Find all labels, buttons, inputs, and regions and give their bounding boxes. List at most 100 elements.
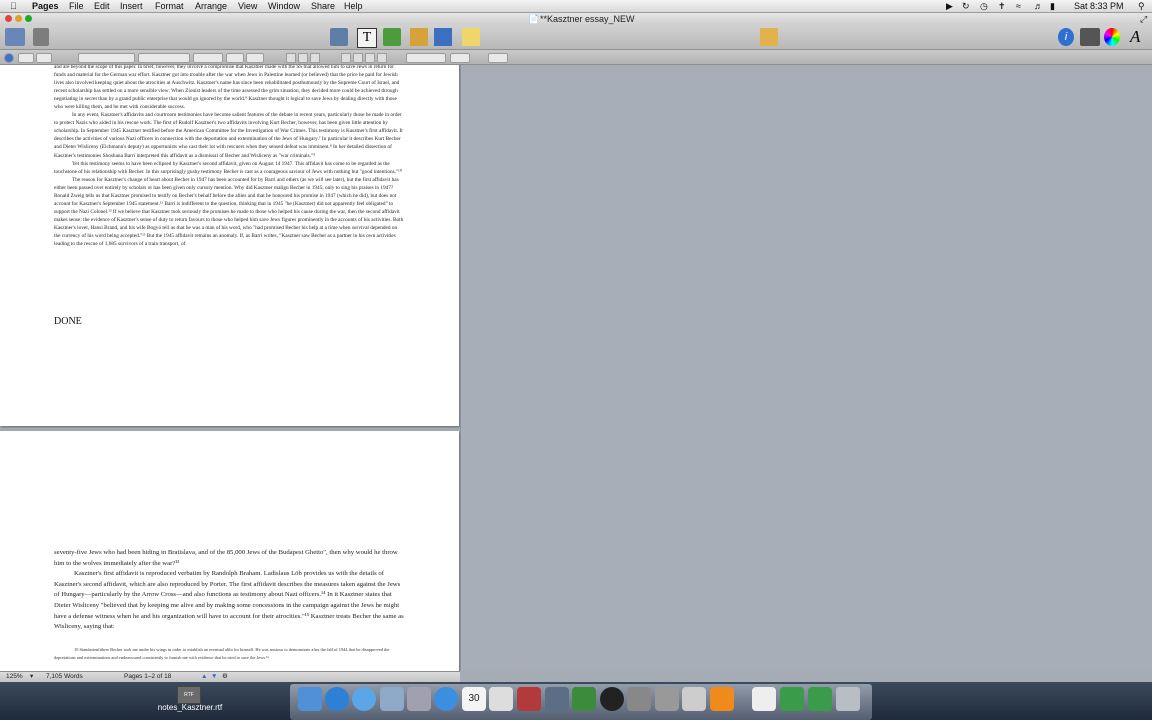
comment-icon[interactable]: [462, 28, 480, 46]
numbers-file-icon[interactable]: [780, 687, 804, 711]
rtf-file-label[interactable]: notes_Kasztner.rtf: [150, 703, 230, 712]
page-1-body[interactable]: and are beyond the scope of this paper. …: [54, 65, 404, 248]
dvd-player-icon[interactable]: [600, 687, 624, 711]
image-capture-icon[interactable]: [682, 687, 706, 711]
fullscreen-icon[interactable]: ⤢: [1140, 13, 1147, 25]
align-right-button[interactable]: [365, 53, 375, 63]
word-count: 7,105 Words: [46, 673, 83, 680]
bold-button[interactable]: [286, 53, 296, 63]
system-preferences-icon[interactable]: [627, 687, 651, 711]
volume-icon[interactable]: ♬: [1034, 0, 1043, 12]
spreadsheet-file-icon[interactable]: [808, 687, 832, 711]
textedit-icon[interactable]: [489, 687, 513, 711]
columns-select[interactable]: [450, 53, 470, 63]
sync-icon[interactable]: ↻: [962, 0, 970, 12]
page-gear-icon[interactable]: ⚙: [222, 672, 228, 682]
inspector-icon[interactable]: i: [1058, 28, 1074, 46]
zoom-select[interactable]: 125%: [6, 672, 23, 682]
menu-insert[interactable]: Insert: [120, 0, 143, 12]
colors-icon[interactable]: [1104, 28, 1120, 46]
paragraph[interactable]: In any event, Kasztner's affidavits and …: [54, 111, 404, 159]
list-style-select[interactable]: [488, 53, 508, 63]
app-store-icon[interactable]: [325, 687, 349, 711]
paragraph[interactable]: The reason for Kasztner's change of hear…: [54, 176, 404, 248]
battery-icon[interactable]: ▮: [1050, 0, 1055, 12]
calendar-icon[interactable]: 30: [462, 687, 486, 711]
zoom-window-button[interactable]: [25, 15, 32, 22]
bluetooth-icon[interactable]: ✝: [998, 0, 1006, 12]
align-center-button[interactable]: [353, 53, 363, 63]
minimize-window-button[interactable]: [15, 15, 22, 22]
page-2-body[interactable]: seventy-five Jews who had been hiding in…: [54, 548, 404, 633]
zoom-chevron-icon[interactable]: ▾: [30, 672, 33, 682]
trash-icon[interactable]: [836, 687, 860, 711]
menu-format[interactable]: Format: [155, 0, 184, 12]
back-button[interactable]: [18, 53, 34, 63]
sections-icon[interactable]: [33, 28, 49, 46]
itunes-icon[interactable]: [352, 687, 376, 711]
paragraph[interactable]: and are beyond the scope of this paper. …: [54, 65, 404, 111]
forward-button[interactable]: [36, 53, 52, 63]
chart-icon[interactable]: [434, 28, 452, 46]
pen-app-icon[interactable]: [545, 687, 569, 711]
line-spacing-select[interactable]: [406, 53, 446, 63]
apple-menu-icon[interactable]: : [10, 0, 17, 12]
menu-clock[interactable]: Sat 8:33 PM: [1074, 0, 1124, 12]
page-2[interactable]: seventy-five Jews who had been hiding in…: [0, 431, 459, 671]
document-file-icon[interactable]: [752, 687, 776, 711]
previous-page-icon[interactable]: ▲: [201, 672, 207, 682]
menu-edit[interactable]: Edit: [94, 0, 110, 12]
underline-button[interactable]: [310, 53, 320, 63]
mail-icon[interactable]: [407, 687, 431, 711]
dictionary-icon[interactable]: [517, 687, 541, 711]
menu-file[interactable]: File: [69, 0, 84, 12]
font-family-select[interactable]: [138, 53, 190, 63]
status-bar: 125% ▾ 7,105 Words Pages 1–2 of 18 ▲ ▼ ⚙: [0, 671, 460, 682]
evernote-icon[interactable]: [572, 687, 596, 711]
highlight-color-swatch[interactable]: [246, 53, 264, 63]
textbox-arrow-icon[interactable]: [330, 28, 348, 46]
table-icon[interactable]: [410, 28, 428, 46]
document-canvas[interactable]: and are beyond the scope of this paper. …: [0, 65, 460, 671]
text-box-icon[interactable]: T: [357, 28, 377, 48]
view-menu-icon[interactable]: [5, 28, 25, 46]
window-title: **Kasztner essay_NEW: [540, 14, 635, 24]
window-title-bar: 📄 **Kasztner essay_NEW ⤢: [0, 13, 1152, 25]
time-machine-icon[interactable]: ◷: [980, 0, 988, 12]
utility-icon[interactable]: [655, 687, 679, 711]
paragraph-style-select[interactable]: [78, 53, 135, 63]
fonts-icon[interactable]: A: [1130, 28, 1146, 46]
menu-view[interactable]: View: [238, 0, 257, 12]
paragraph[interactable]: Yet this testimony seems to have been ec…: [54, 160, 404, 176]
menu-share[interactable]: Share: [311, 0, 335, 12]
page-1[interactable]: and are beyond the scope of this paper. …: [0, 65, 459, 426]
menu-window[interactable]: Window: [268, 0, 300, 12]
cursor-status-icon[interactable]: ▶: [946, 0, 953, 12]
font-size-select[interactable]: [193, 53, 223, 63]
styles-drawer-icon[interactable]: [4, 53, 14, 63]
next-page-icon[interactable]: ▼: [211, 672, 217, 682]
menu-app-name[interactable]: Pages: [32, 0, 59, 12]
shapes-icon[interactable]: [383, 28, 401, 46]
italic-button[interactable]: [298, 53, 308, 63]
vlc-icon[interactable]: [710, 687, 734, 711]
align-left-button[interactable]: [341, 53, 351, 63]
finder-icon[interactable]: [298, 687, 322, 711]
preview-icon[interactable]: [380, 687, 404, 711]
spotlight-icon[interactable]: ⚲: [1138, 0, 1145, 12]
safari-icon[interactable]: [434, 687, 458, 711]
paragraph[interactable]: seventy-five Jews who had been hiding in…: [54, 548, 404, 569]
wifi-icon[interactable]: ≈: [1016, 0, 1021, 12]
justify-button[interactable]: [377, 53, 387, 63]
text-color-swatch[interactable]: [226, 53, 244, 63]
footnote[interactable]: 10 Standartenführer Becher took me under…: [54, 646, 404, 663]
footnote-text[interactable]: 10 Standartenführer Becher took me under…: [54, 646, 404, 663]
media-icon[interactable]: [760, 28, 778, 46]
rtf-file-icon[interactable]: RTF: [177, 686, 201, 704]
media-browser-icon[interactable]: [1080, 28, 1100, 46]
menu-help[interactable]: Help: [344, 0, 363, 12]
done-marker[interactable]: DONE: [54, 316, 82, 327]
menu-arrange[interactable]: Arrange: [195, 0, 227, 12]
close-window-button[interactable]: [5, 15, 12, 22]
paragraph[interactable]: Kasztner's first affidavit is reproduced…: [54, 569, 404, 633]
